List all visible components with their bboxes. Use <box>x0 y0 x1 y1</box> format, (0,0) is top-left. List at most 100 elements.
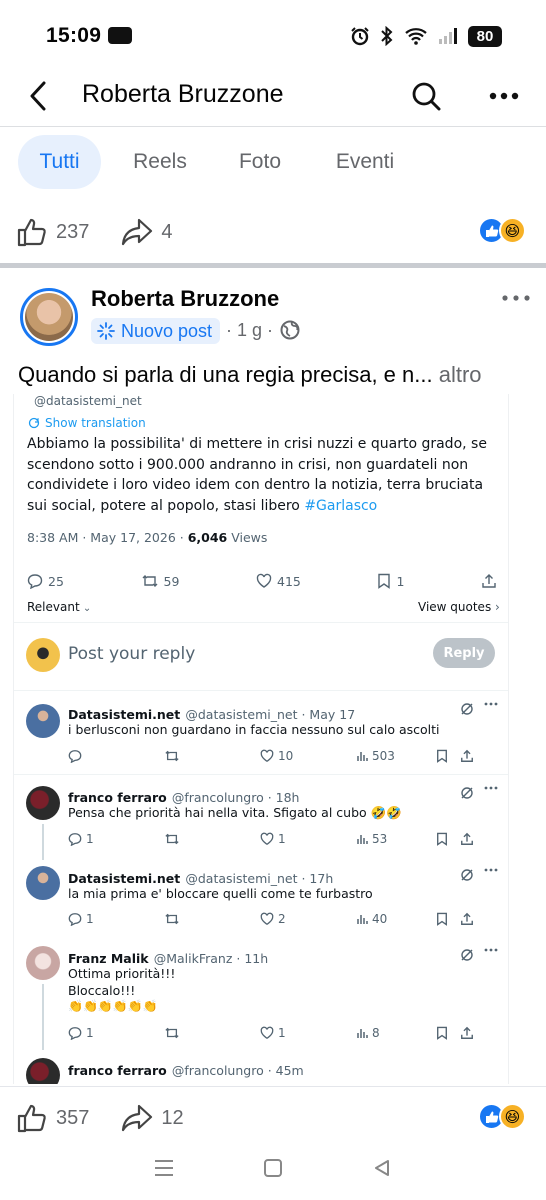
search-icon <box>412 82 441 111</box>
translate-icon <box>28 417 40 429</box>
back-triangle-icon <box>374 1160 389 1176</box>
grok-icon <box>461 869 473 881</box>
share-count: 4 <box>161 220 173 243</box>
heart-icon <box>260 912 274 926</box>
embed-top-handle: @datasistemi_net <box>34 394 142 408</box>
comment-avatar <box>26 866 60 900</box>
embedded-screenshot[interactable]: @datasistemi_net Show translation Abbiam… <box>13 394 509 1084</box>
views-icon <box>357 1029 368 1038</box>
views-icon <box>357 915 368 924</box>
like-stat: 415 <box>256 573 301 589</box>
home-button[interactable] <box>253 1148 293 1188</box>
status-time: 15:09 <box>46 24 102 47</box>
more-dots-icon <box>484 702 498 706</box>
comment-text: Pensa che priorità hai nella vita. Sfiga… <box>68 805 402 820</box>
system-nav-bar <box>0 1146 546 1190</box>
repost-icon <box>165 913 179 925</box>
embed-separator <box>14 622 508 623</box>
more-options-button[interactable] <box>482 74 526 118</box>
back-nav-button[interactable] <box>362 1148 402 1188</box>
reaction-emojis[interactable]: 😆 <box>478 217 526 244</box>
author-avatar[interactable] <box>20 288 78 346</box>
like-action[interactable]: 357 <box>16 1102 89 1134</box>
bookmark-icon <box>378 573 391 589</box>
post-text: Quando si parla di una regia precisa, e … <box>18 362 482 388</box>
post-author-name[interactable]: Roberta Bruzzone <box>91 286 279 312</box>
bookmark-icon <box>437 749 447 763</box>
more-dots-icon <box>484 786 498 790</box>
grok-icon <box>461 949 473 961</box>
embed-separator <box>14 774 508 775</box>
reply-icon <box>27 574 43 589</box>
bookmark-icon <box>437 832 447 846</box>
thread-line <box>42 824 44 860</box>
like-action[interactable]: 237 <box>16 216 89 248</box>
more-dots-icon <box>489 92 519 100</box>
thumbs-up-icon <box>17 1104 46 1133</box>
reaction-emojis[interactable]: 😆 <box>478 1103 526 1130</box>
badge-label: Nuovo post <box>121 320 213 341</box>
signal-icon <box>439 28 457 44</box>
views-icon <box>357 752 368 761</box>
comment-avatar <box>26 1058 60 1084</box>
back-button[interactable] <box>20 74 56 118</box>
reply-icon <box>68 750 82 763</box>
views-icon <box>357 835 368 844</box>
reply-icon <box>68 1027 82 1040</box>
tab-foto[interactable]: Foto <box>220 135 300 189</box>
more-dots-icon <box>484 868 498 872</box>
reply-stat: 25 <box>27 573 64 589</box>
section-divider <box>0 263 546 268</box>
comment-actions: 1 1 53 <box>68 830 496 848</box>
bottom-reaction-bar: 357 12 😆 <box>16 1098 530 1138</box>
see-more-link[interactable]: altro <box>439 362 482 387</box>
menu-lines-icon <box>155 1160 174 1176</box>
comment-text: Ottima priorità!!! <box>68 966 176 981</box>
reply-button: Reply <box>433 638 495 668</box>
post-time[interactable]: · 1 g · <box>226 320 273 341</box>
tweet-meta: 8:38 AM · May 17, 2026 · 6,046 Views <box>27 530 268 545</box>
upload-icon <box>461 1026 473 1039</box>
share-count: 12 <box>161 1106 184 1129</box>
home-square-icon <box>263 1159 282 1177</box>
post-text-body: Quando si parla di una regia precisa, e … <box>18 362 433 387</box>
share-arrow-icon <box>122 218 153 246</box>
comment-tools <box>460 948 498 962</box>
heart-icon <box>260 832 274 846</box>
recent-apps-button[interactable] <box>144 1148 184 1188</box>
top-reaction-bar: 237 4 😆 <box>16 212 530 252</box>
post-more-button[interactable] <box>496 284 536 312</box>
bookmark-icon <box>437 912 447 926</box>
reply-icon <box>68 913 82 926</box>
repost-stat: 59 <box>141 573 179 589</box>
search-button[interactable] <box>404 74 448 118</box>
bottom-divider <box>0 1086 546 1087</box>
embedded-tweet-text: Abbiamo la possibilita' di mettere in cr… <box>27 436 487 514</box>
comment-emojis: 👏👏👏👏👏👏 <box>68 999 158 1013</box>
comment-text: la mia prima e' bloccare quelli come te … <box>68 886 373 901</box>
comment-actions: 1 1 8 <box>68 1024 496 1042</box>
bookmark-icon <box>437 1026 447 1040</box>
upload-icon <box>482 574 496 588</box>
reply-placeholder: Post your reply <box>68 644 196 664</box>
like-count: 357 <box>56 1106 90 1129</box>
battery-indicator: 80 <box>468 25 502 47</box>
like-count: 237 <box>56 220 90 243</box>
comment-tools <box>460 786 498 800</box>
heart-icon <box>256 573 272 588</box>
embed-separator <box>14 690 508 691</box>
comment-tools <box>460 702 498 716</box>
globe-icon <box>280 320 300 340</box>
share-action[interactable]: 4 <box>121 217 173 247</box>
status-icons: 80 <box>350 22 502 50</box>
tab-tutti[interactable]: Tutti <box>18 135 101 189</box>
comment-avatar <box>26 946 60 980</box>
share-action[interactable]: 12 <box>121 1103 184 1133</box>
more-dots-icon <box>502 295 530 301</box>
share-stat <box>481 573 497 589</box>
reply-user-avatar <box>26 638 60 672</box>
tab-reels[interactable]: Reels <box>116 135 204 189</box>
comment-tools <box>460 868 498 882</box>
show-translation-link: Show translation <box>28 416 146 430</box>
tab-eventi[interactable]: Eventi <box>318 135 412 189</box>
